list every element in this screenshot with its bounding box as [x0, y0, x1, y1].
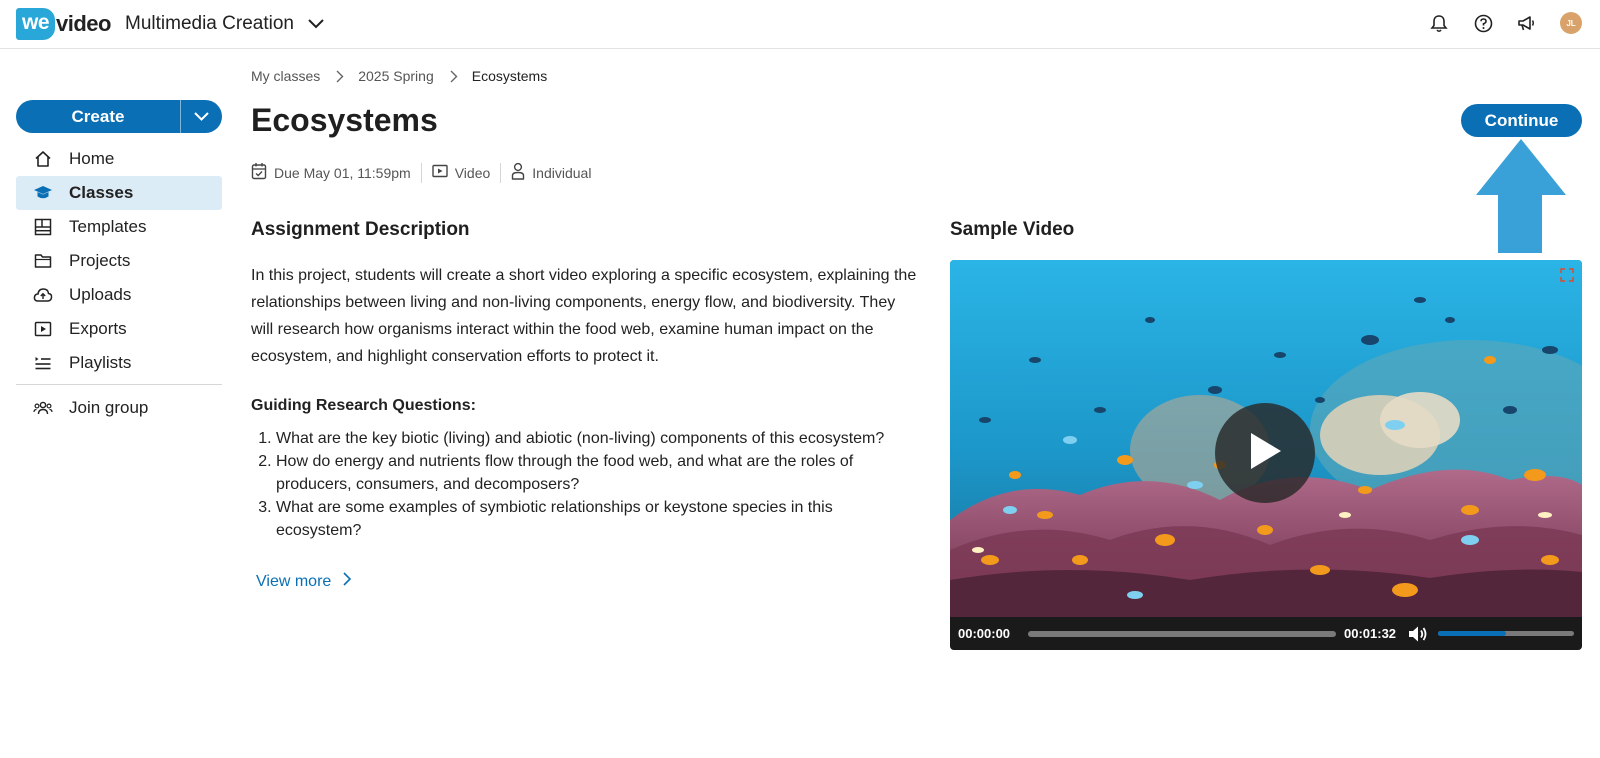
sidebar-item-exports[interactable]: Exports [16, 312, 222, 346]
chevron-down-icon [194, 108, 209, 126]
sidebar-item-label: Join group [69, 398, 149, 417]
create-dropdown-button[interactable] [181, 100, 222, 133]
volume-slider[interactable] [1438, 631, 1574, 636]
sidebar-divider [16, 384, 222, 385]
sample-video-title: Sample Video [950, 219, 1075, 240]
templates-icon [33, 217, 53, 237]
person-icon [511, 162, 525, 183]
list-item: How do energy and nutrients flow through… [276, 450, 921, 496]
avatar[interactable]: JL [1560, 12, 1582, 34]
create-button[interactable]: Create [16, 100, 181, 133]
playlist-icon [33, 353, 53, 373]
sidebar-item-label: Playlists [69, 353, 132, 372]
breadcrumb-my-classes[interactable]: My classes [251, 68, 320, 84]
sidebar-item-label: Uploads [69, 285, 132, 304]
volume-level [1438, 631, 1506, 636]
duration: 00:01:32 [1344, 626, 1397, 641]
sidebar-item-join-group[interactable]: Join group [16, 391, 222, 425]
bell-icon[interactable] [1428, 12, 1450, 34]
wevideo-logo[interactable]: we video [16, 7, 111, 41]
chevron-down-icon [308, 19, 324, 29]
breadcrumb-current: Ecosystems [471, 68, 548, 84]
home-icon [33, 149, 53, 169]
current-time: 00:00:00 [958, 626, 1011, 641]
sidebar-item-label: Projects [69, 251, 131, 270]
list-fade [251, 535, 921, 565]
breadcrumb-term[interactable]: 2025 Spring [358, 68, 434, 84]
assignment-type-text: Video [454, 164, 491, 181]
chevron-right-icon [336, 70, 344, 83]
create-split-button: Create [16, 100, 222, 133]
sidebar-item-label: Classes [69, 183, 134, 202]
arrow-up-icon [1476, 139, 1566, 258]
sidebar-item-label: Home [69, 149, 115, 168]
logo-video: video [56, 11, 111, 36]
list-item: What are the key biotic (living) and abi… [276, 427, 921, 450]
cloud-upload-icon [33, 285, 53, 305]
export-icon [33, 319, 53, 339]
play-icon [1247, 431, 1283, 476]
sidebar-item-projects[interactable]: Projects [16, 244, 222, 278]
description-title: Assignment Description [251, 219, 470, 240]
due-date-text: Due May 01, 11:59pm [274, 164, 411, 181]
sidebar-item-uploads[interactable]: Uploads [16, 278, 222, 312]
workspace-name: Multimedia Creation [125, 13, 294, 34]
folder-icon [33, 251, 53, 271]
breadcrumb: My classes 2025 Spring Ecosystems [251, 68, 547, 84]
top-bar: we video Multimedia Creation JL [0, 0, 1600, 49]
assignment-type: Video [422, 164, 501, 181]
classes-icon [33, 183, 53, 203]
fullscreen-icon[interactable] [1560, 268, 1574, 287]
megaphone-icon[interactable] [1516, 12, 1538, 34]
guiding-questions-title: Guiding Research Questions: [251, 397, 476, 414]
video-player[interactable]: 00:00:00 00:01:32 [950, 260, 1582, 650]
assignment-description: In this project, students will create a … [251, 267, 917, 365]
page-title: Ecosystems [251, 102, 438, 138]
due-date: Due May 01, 11:59pm [251, 162, 421, 183]
video-controls: 00:00:00 00:01:32 [950, 617, 1582, 650]
seek-bar[interactable] [1028, 630, 1336, 637]
sidebar-item-label: Exports [69, 319, 127, 338]
view-more-link[interactable]: View more [256, 572, 352, 591]
sidebar-item-classes[interactable]: Classes [16, 176, 222, 210]
sidebar-nav: Home Classes Templates Projects Uploads … [16, 142, 222, 425]
play-button[interactable] [1215, 403, 1315, 503]
chevron-right-icon [450, 70, 458, 83]
assignment-meta: Due May 01, 11:59pm Video Individual [251, 162, 601, 183]
assignment-mode: Individual [501, 162, 601, 183]
sidebar-item-home[interactable]: Home [16, 142, 222, 176]
assignment-mode-text: Individual [532, 164, 592, 181]
calendar-icon [251, 162, 267, 183]
sidebar-item-label: Templates [69, 217, 147, 236]
logo-we: we [16, 8, 56, 40]
continue-button[interactable]: Continue [1461, 104, 1582, 137]
sidebar-item-playlists[interactable]: Playlists [16, 346, 222, 380]
chevron-right-icon [343, 572, 352, 591]
volume-icon[interactable] [1408, 625, 1428, 643]
workspace-switcher[interactable]: Multimedia Creation [125, 13, 324, 35]
help-icon[interactable] [1472, 12, 1494, 34]
group-icon [33, 398, 53, 418]
view-more-label: View more [256, 572, 332, 590]
sidebar-item-templates[interactable]: Templates [16, 210, 222, 244]
video-icon [432, 164, 448, 181]
